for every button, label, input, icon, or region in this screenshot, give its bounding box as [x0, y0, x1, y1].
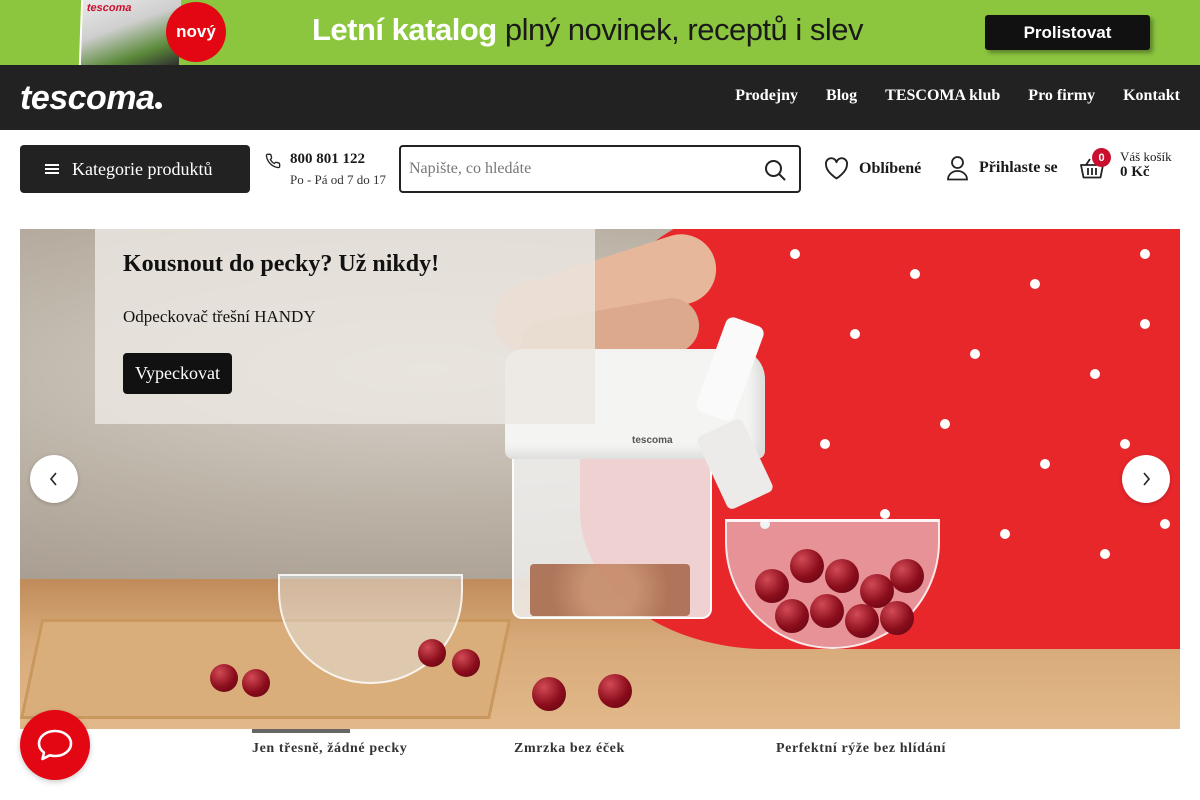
- promo-headline: Letní katalog plný novinek, receptů i sl…: [312, 12, 864, 48]
- favorites-link[interactable]: Oblíbené: [824, 157, 921, 180]
- nav-link-business[interactable]: Pro firmy: [1028, 87, 1095, 105]
- promo-headline-rest: plný novinek, receptů i slev: [504, 12, 864, 47]
- menu-icon: [45, 164, 59, 174]
- cherry: [845, 604, 879, 638]
- nav-link-club[interactable]: TESCOMA klub: [885, 87, 1000, 105]
- cherry: [755, 569, 789, 603]
- categories-label: Kategorie produktů: [72, 158, 213, 179]
- main-nav: Prodejny Blog TESCOMA klub Pro firmy Kon…: [735, 87, 1180, 105]
- cherry: [790, 549, 824, 583]
- favorites-label: Oblíbené: [859, 159, 922, 177]
- hero-subtitle: Odpeckovač třešní HANDY: [123, 307, 316, 326]
- cherry: [810, 594, 844, 628]
- nav-link-contact[interactable]: Kontakt: [1123, 87, 1180, 105]
- cart-count-badge: 0: [1092, 148, 1111, 167]
- catalog-cover-brand: tescoma: [86, 2, 132, 14]
- cherry: [890, 559, 924, 593]
- phone-hours: Po - Pá od 7 do 17: [290, 172, 387, 187]
- hero-title: Kousnout do pecky? Už nikdy!: [123, 251, 440, 277]
- top-navigation: tescoma Prodejny Blog TESCOMA klub Pro f…: [0, 65, 1200, 130]
- cart-title: Váš košík: [1120, 149, 1172, 164]
- user-icon: [947, 156, 968, 181]
- hero-image-pits: [530, 564, 690, 616]
- search-box: [399, 145, 801, 193]
- search-icon[interactable]: [763, 158, 787, 182]
- phone-icon: [265, 153, 281, 169]
- slider-tabs: Jen třesně, žádné pecky Zmrzka bez éček …: [252, 729, 1032, 769]
- logo-text: tescoma: [20, 79, 155, 117]
- search-input[interactable]: [409, 157, 749, 181]
- promo-banner[interactable]: tescoma nový Letní katalog plný novinek,…: [0, 0, 1200, 65]
- cherry: [598, 674, 632, 708]
- chat-button[interactable]: [20, 710, 90, 780]
- cherry: [775, 599, 809, 633]
- login-link[interactable]: Přihlaste se: [946, 155, 1058, 181]
- tescoma-logo[interactable]: tescoma: [20, 79, 163, 118]
- hero-slider[interactable]: tescoma Kousnout do pecky? Už nikdy! Odp…: [20, 229, 1180, 729]
- nav-link-stores[interactable]: Prodejny: [735, 87, 798, 105]
- cart-total: 0 Kč: [1120, 164, 1150, 180]
- cherry: [210, 664, 238, 692]
- promo-headline-bold: Letní katalog: [312, 12, 497, 47]
- cherry: [242, 669, 270, 697]
- logo-dot: [155, 102, 163, 109]
- phone-number: 800 801 122: [290, 151, 365, 167]
- hero-cta-button[interactable]: Vypeckovat: [123, 353, 232, 394]
- cherry: [825, 559, 859, 593]
- slide-tab-ice-cream[interactable]: Zmrzka bez éček: [514, 741, 625, 757]
- slide-tab-cherries[interactable]: Jen třesně, žádné pecky: [252, 741, 407, 757]
- nav-link-blog[interactable]: Blog: [826, 87, 857, 105]
- categories-button[interactable]: Kategorie produktů: [20, 145, 250, 193]
- slide-tab-rice[interactable]: Perfektní rýže bez hlídání: [776, 741, 946, 757]
- slide-progress-bar: [252, 729, 350, 733]
- hero-text-card: Kousnout do pecky? Už nikdy! Odpeckovač …: [95, 229, 595, 424]
- cherry: [532, 677, 566, 711]
- chevron-left-icon: [49, 472, 57, 486]
- chat-bubble-icon: [37, 729, 73, 761]
- new-badge: nový: [166, 2, 226, 62]
- device-brand-label: tescoma: [632, 435, 673, 446]
- slider-prev-button[interactable]: [30, 455, 78, 503]
- slider-next-button[interactable]: [1122, 455, 1170, 503]
- cherry: [418, 639, 446, 667]
- chevron-right-icon: [1143, 472, 1151, 486]
- login-label: Přihlaste se: [979, 159, 1058, 176]
- cherry: [880, 601, 914, 635]
- heart-icon: [824, 157, 849, 180]
- cherry: [452, 649, 480, 677]
- promo-browse-button[interactable]: Prolistovat: [985, 15, 1150, 50]
